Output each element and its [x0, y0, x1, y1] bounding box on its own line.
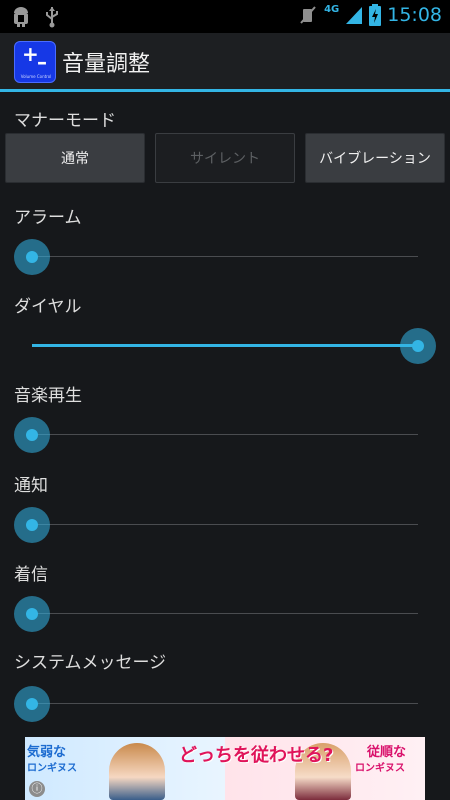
minus-icon: – — [37, 50, 47, 74]
music-label: 音楽再生 — [14, 386, 82, 406]
app-icon[interactable]: + – Volume Control — [14, 41, 56, 83]
ringtone-label: 着信 — [14, 565, 48, 585]
usb-icon — [46, 7, 58, 28]
slider-thumb[interactable] — [400, 328, 436, 364]
signal-icon — [346, 7, 363, 24]
notification-label: 通知 — [14, 476, 48, 496]
mute-icon — [300, 6, 316, 24]
app-title: 音量調整 — [62, 52, 151, 77]
android-debug-icon — [14, 7, 28, 27]
mode-vibration-button[interactable]: バイブレーション — [305, 133, 445, 183]
slider-thumb[interactable] — [14, 686, 50, 722]
system-message-label: システムメッセージ — [14, 653, 167, 673]
dial-label: ダイヤル — [14, 297, 82, 317]
slider-fill — [32, 344, 418, 347]
slider-track — [32, 434, 418, 435]
alarm-label: アラーム — [14, 208, 82, 228]
ad-right-subtext: ロンギヌス — [355, 763, 405, 774]
slider-thumb[interactable] — [14, 596, 50, 632]
notification-slider[interactable] — [14, 505, 418, 545]
slider-track — [32, 256, 418, 257]
ad-right-text: 従順な — [367, 745, 407, 760]
ad-center-text: どっちを従わせる? — [179, 745, 334, 766]
ad-left-text: 気弱な — [27, 745, 67, 760]
ad-left-subtext: ロンギヌス — [27, 763, 77, 774]
mode-silent-button[interactable]: サイレント — [155, 133, 295, 183]
manner-mode-label: マナーモード — [14, 111, 116, 131]
action-bar: + – Volume Control 音量調整 — [0, 33, 450, 92]
ad-character-left — [109, 743, 165, 800]
ringtone-slider[interactable] — [14, 594, 418, 634]
ad-info-icon[interactable]: ⓘ — [29, 781, 45, 797]
dial-slider[interactable] — [14, 326, 436, 366]
clock: 15:08 — [387, 4, 442, 26]
battery-charging-icon — [369, 4, 382, 26]
slider-thumb[interactable] — [14, 507, 50, 543]
slider-track — [32, 524, 418, 525]
slider-thumb[interactable] — [14, 417, 50, 453]
music-slider[interactable] — [14, 415, 418, 455]
network-type-label: 4G — [324, 3, 340, 15]
alarm-slider[interactable] — [14, 237, 418, 277]
slider-track — [32, 703, 418, 704]
ad-banner[interactable]: 気弱な ロンギヌス どっちを従わせる? 従順な ロンギヌス ⓘ — [25, 737, 425, 800]
slider-track — [32, 613, 418, 614]
app-icon-caption: Volume Control — [20, 74, 52, 79]
slider-thumb[interactable] — [14, 239, 50, 275]
system-message-slider[interactable] — [14, 684, 418, 724]
mode-normal-button[interactable]: 通常 — [5, 133, 145, 183]
status-bar: 4G 15:08 — [0, 0, 450, 33]
